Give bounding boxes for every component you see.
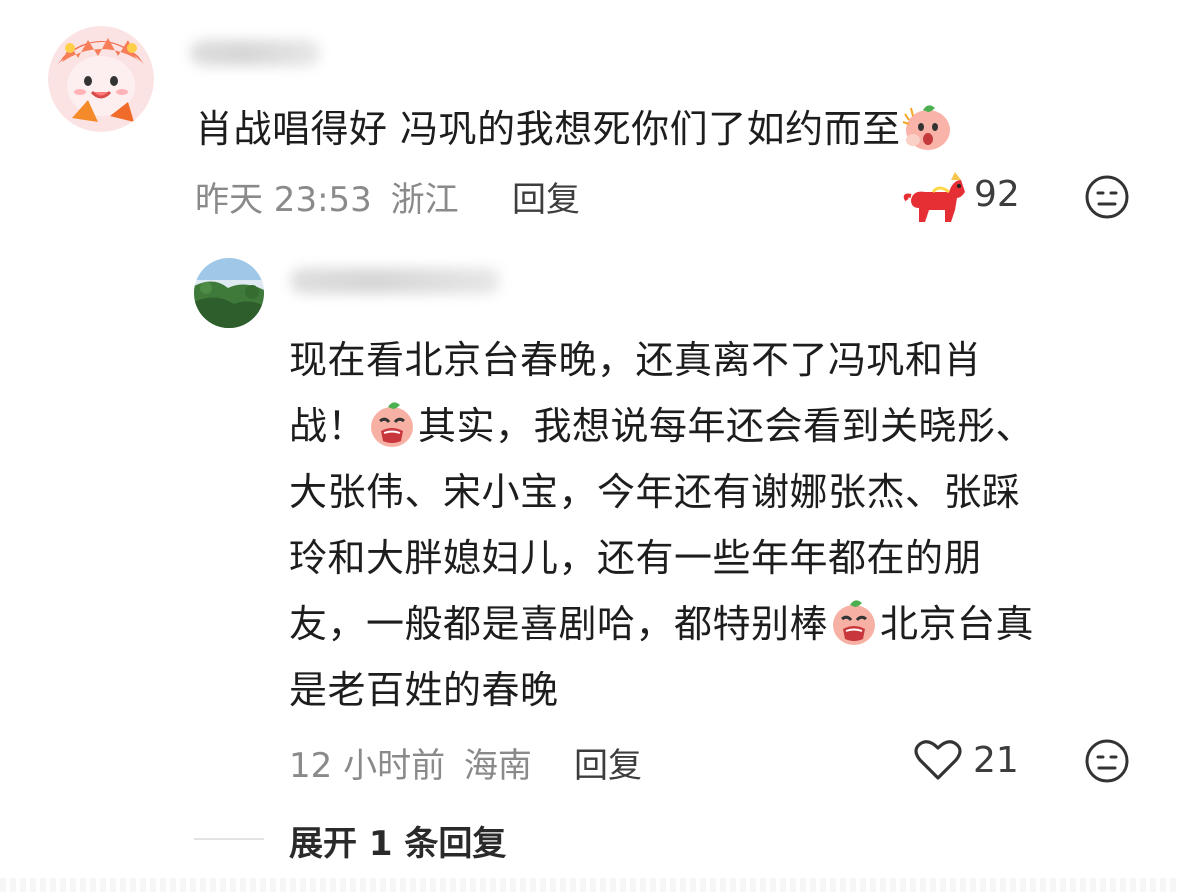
like-count: 92	[974, 174, 1020, 215]
peach-cry-emoji	[828, 595, 880, 647]
avatar[interactable]	[48, 26, 154, 132]
comment-body: 肖战唱得好 冯巩的我想死你们了如约而至	[195, 107, 901, 151]
comment-meta: 昨天 23:53 浙江	[195, 172, 459, 221]
bottom-edge	[0, 878, 1179, 892]
comment-time: 昨天 23:53	[195, 180, 372, 220]
heart-outline-icon[interactable]	[914, 738, 962, 782]
reply-button[interactable]: 回复	[574, 738, 642, 787]
comment-text: 肖战唱得好 冯巩的我想死你们了如约而至	[195, 96, 1075, 162]
expand-divider	[194, 838, 264, 840]
comment-line: 大张伟、宋小宝，今年还有谢娜张杰、张踩	[289, 470, 1021, 514]
peach-cry-emoji	[366, 397, 418, 449]
comment-line: 现在看北京台春晚，还真离不了冯巩和肖	[289, 338, 983, 382]
username-redacted[interactable]	[290, 268, 500, 294]
comment-time: 12 小时前	[289, 746, 446, 786]
comment-fragment: 其实，我想说每年还会看到关晓彤、	[418, 404, 1035, 448]
comment-line: 战！ 其实，我想说每年还会看到关晓彤、	[289, 393, 1129, 459]
comment-text: 现在看北京台春晚，还真离不了冯巩和肖 战！ 其实，我想说每年还会看到关晓彤、 大…	[289, 327, 1129, 723]
reply-button[interactable]: 回复	[512, 172, 580, 221]
username-redacted[interactable]	[190, 40, 320, 66]
dislike-face-icon[interactable]	[1084, 738, 1130, 784]
expand-replies-button[interactable]: 展开 1 条回复	[289, 816, 506, 865]
comment-location: 海南	[463, 746, 532, 786]
comment-thread: 肖战唱得好 冯巩的我想死你们了如约而至 昨天 23:53 浙江 回复 92 现在…	[0, 0, 1179, 892]
comment-location: 浙江	[390, 180, 459, 220]
comment-line: 是老百姓的春晚	[289, 668, 559, 712]
red-horse-icon[interactable]	[903, 170, 969, 226]
comment-line: 玲和大胖媳妇儿，还有一些年年都在的朋	[289, 536, 983, 580]
comment-fragment: 战！	[289, 404, 367, 448]
comment-line: 友，一般都是喜剧哈，都特别棒 北京台真	[289, 591, 1129, 657]
comment-fragment: 北京台真	[880, 602, 1035, 646]
comment-meta: 12 小时前 海南	[289, 738, 532, 787]
peach-wow-emoji	[901, 100, 953, 152]
like-count: 21	[973, 740, 1019, 781]
comment-fragment: 友，一般都是喜剧哈，都特别棒	[289, 602, 829, 646]
avatar[interactable]	[194, 258, 264, 328]
dislike-face-icon[interactable]	[1084, 174, 1130, 220]
